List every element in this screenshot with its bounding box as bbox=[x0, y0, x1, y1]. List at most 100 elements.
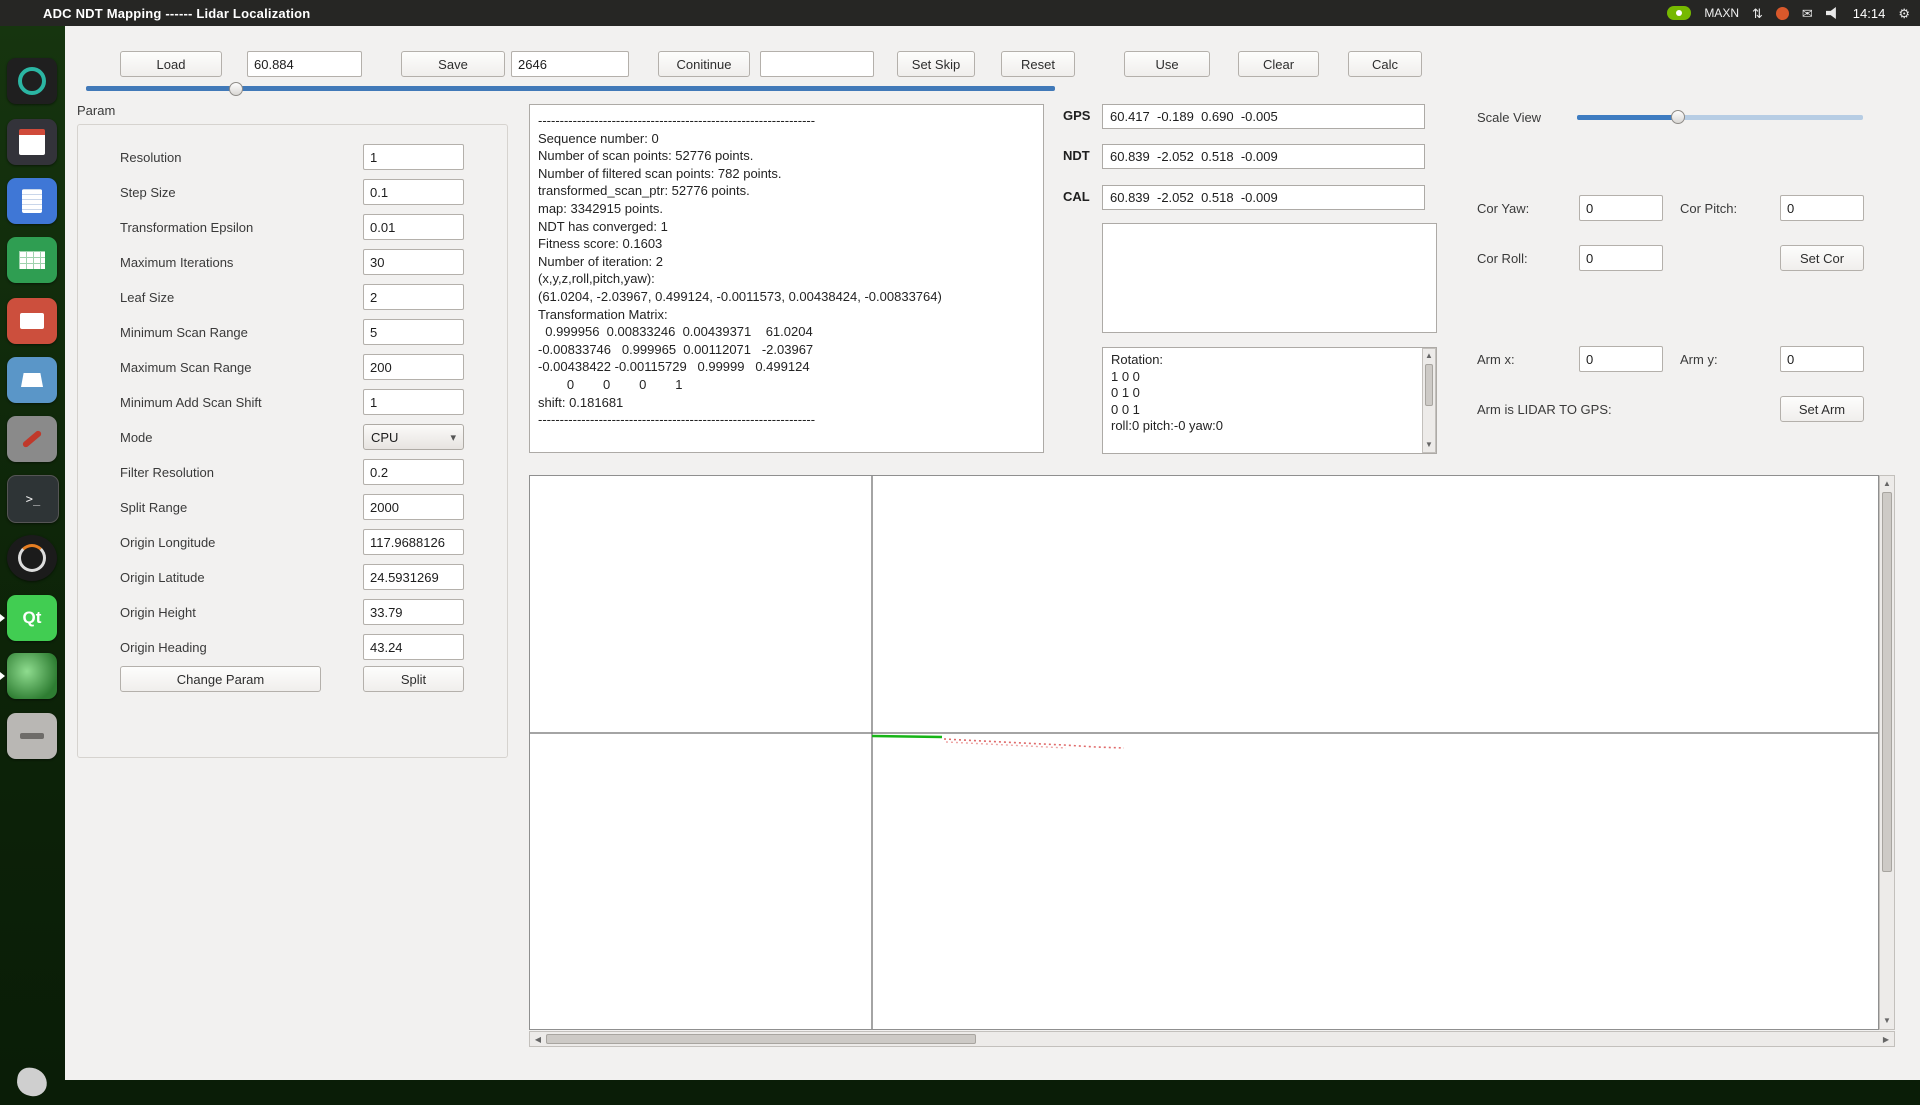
mail-icon[interactable]: ✉ bbox=[1802, 7, 1813, 20]
arm-y-input[interactable] bbox=[1780, 346, 1864, 372]
filter-resolution-input[interactable] bbox=[363, 459, 464, 485]
scroll-down-arrow[interactable]: ▼ bbox=[1880, 1014, 1894, 1028]
cal-label: CAL bbox=[1063, 189, 1099, 204]
step-size-input[interactable] bbox=[363, 179, 464, 205]
dock-icon-qt-creator[interactable]: Qt bbox=[7, 595, 57, 641]
session-gear-icon[interactable]: ⚙ bbox=[1898, 7, 1910, 20]
dock: >_ Qt bbox=[0, 26, 65, 1080]
use-button[interactable]: Use bbox=[1124, 51, 1210, 77]
arm-x-input[interactable] bbox=[1579, 346, 1663, 372]
cal-value-field[interactable]: 60.839 -2.052 0.518 -0.009 bbox=[1102, 185, 1425, 210]
param-row: Mode CPU ▾ bbox=[120, 424, 464, 450]
document-icon bbox=[19, 129, 45, 155]
log-output[interactable]: ----------------------------------------… bbox=[529, 104, 1044, 453]
scale-slider-track[interactable] bbox=[1678, 115, 1863, 120]
log-line: map: 3342915 points. bbox=[538, 200, 1035, 218]
map-viewport[interactable] bbox=[529, 475, 1879, 1030]
rotation-scrollbar[interactable]: ▲ ▼ bbox=[1422, 348, 1436, 453]
scroll-left-arrow[interactable]: ◀ bbox=[532, 1032, 544, 1046]
plot-vertical-scrollbar[interactable]: ▲ ▼ bbox=[1879, 475, 1895, 1030]
wrench-icon bbox=[22, 430, 43, 449]
dock-icon-writer[interactable] bbox=[7, 178, 57, 224]
origin-longitude-input[interactable] bbox=[363, 529, 464, 555]
minimum-scan-range-input[interactable] bbox=[363, 319, 464, 345]
origin-heading-input[interactable] bbox=[363, 634, 464, 660]
dock-icon-terminal[interactable]: >_ bbox=[7, 475, 59, 523]
param-group-title: Param bbox=[77, 103, 115, 118]
dock-icon-disks[interactable] bbox=[7, 713, 57, 759]
dock-icon-running-app[interactable] bbox=[7, 653, 57, 699]
param-label: Resolution bbox=[120, 150, 181, 165]
resolution-input[interactable] bbox=[363, 144, 464, 170]
calc-button[interactable]: Calc bbox=[1348, 51, 1422, 77]
set-cor-button[interactable]: Set Cor bbox=[1780, 245, 1864, 271]
continue-button[interactable]: Conitinue bbox=[658, 51, 750, 77]
scroll-up-arrow[interactable]: ▲ bbox=[1880, 477, 1894, 491]
dock-icon-trash[interactable] bbox=[7, 1059, 57, 1105]
cor-yaw-input[interactable] bbox=[1579, 195, 1663, 221]
qt-logo-icon: Qt bbox=[23, 608, 42, 628]
arm-y-label: Arm y: bbox=[1680, 352, 1718, 367]
system-tray: MAXN ⇅ ✉ 14:14 ⚙ bbox=[1667, 6, 1910, 21]
cor-roll-input[interactable] bbox=[1579, 245, 1663, 271]
playback-slider-handle[interactable] bbox=[229, 82, 243, 96]
skip-value-input[interactable] bbox=[760, 51, 874, 77]
save-value-input[interactable] bbox=[511, 51, 629, 77]
plot-horizontal-scrollbar[interactable]: ◀ ▶ bbox=[529, 1031, 1895, 1047]
log-line: Number of iteration: 2 bbox=[538, 253, 1035, 271]
volume-icon[interactable] bbox=[1826, 7, 1840, 19]
save-button[interactable]: Save bbox=[401, 51, 505, 77]
scrollbar-thumb[interactable] bbox=[1882, 492, 1892, 872]
param-label: Step Size bbox=[120, 185, 176, 200]
change-param-button[interactable]: Change Param bbox=[120, 666, 321, 692]
load-value-input[interactable] bbox=[247, 51, 362, 77]
log-line: ----------------------------------------… bbox=[538, 112, 1035, 130]
scroll-right-arrow[interactable]: ▶ bbox=[1880, 1032, 1892, 1046]
scrollbar-thumb[interactable] bbox=[1425, 364, 1433, 406]
ndt-value-field[interactable]: 60.839 -2.052 0.518 -0.009 bbox=[1102, 144, 1425, 169]
param-row: Maximum Iterations bbox=[120, 249, 464, 275]
param-label: Minimum Add Scan Shift bbox=[120, 395, 262, 410]
clear-button[interactable]: Clear bbox=[1238, 51, 1319, 77]
scale-slider-handle[interactable] bbox=[1671, 110, 1685, 124]
transformation-epsilon-input[interactable] bbox=[363, 214, 464, 240]
scroll-down-arrow[interactable]: ▼ bbox=[1423, 438, 1435, 452]
dock-icon-files[interactable] bbox=[7, 119, 57, 165]
origin-height-input[interactable] bbox=[363, 599, 464, 625]
rotation-display[interactable]: Rotation: 1 0 0 0 1 0 0 0 1 roll:0 pitch… bbox=[1102, 347, 1437, 454]
dock-icon-tweaks[interactable] bbox=[7, 416, 57, 462]
circle-logo-icon bbox=[18, 67, 46, 95]
status-circle-icon[interactable] bbox=[1776, 7, 1789, 20]
network-updown-icon[interactable]: ⇅ bbox=[1752, 7, 1763, 20]
cor-pitch-input[interactable] bbox=[1780, 195, 1864, 221]
gps-value-field[interactable]: 60.417 -0.189 0.690 -0.005 bbox=[1102, 104, 1425, 129]
dock-icon-software[interactable] bbox=[7, 357, 57, 403]
log-line: NDT has converged: 1 bbox=[538, 218, 1035, 236]
cor-yaw-label: Cor Yaw: bbox=[1477, 201, 1529, 216]
load-button[interactable]: Load bbox=[120, 51, 222, 77]
dock-icon-app-circle[interactable] bbox=[7, 535, 57, 581]
dock-icon-calc[interactable] bbox=[7, 237, 57, 283]
param-label: Origin Height bbox=[120, 605, 196, 620]
maximum-scan-range-input[interactable] bbox=[363, 354, 464, 380]
spreadsheet-icon bbox=[19, 251, 45, 269]
rotation-line: 0 1 0 bbox=[1111, 385, 1428, 402]
scroll-up-arrow[interactable]: ▲ bbox=[1423, 349, 1435, 363]
param-row: Minimum Add Scan Shift bbox=[120, 389, 464, 415]
reset-button[interactable]: Reset bbox=[1001, 51, 1075, 77]
scale-slider-track-filled[interactable] bbox=[1577, 115, 1678, 120]
maximum-iterations-input[interactable] bbox=[363, 249, 464, 275]
mode-select[interactable]: CPU ▾ bbox=[363, 424, 464, 450]
scrollbar-thumb[interactable] bbox=[546, 1034, 976, 1044]
nvidia-logo-icon[interactable] bbox=[1667, 6, 1691, 20]
split-button[interactable]: Split bbox=[363, 666, 464, 692]
minimum-add-scan-shift-input[interactable] bbox=[363, 389, 464, 415]
origin-latitude-input[interactable] bbox=[363, 564, 464, 590]
leaf-size-input[interactable] bbox=[363, 284, 464, 310]
set-arm-button[interactable]: Set Arm bbox=[1780, 396, 1864, 422]
dock-icon-settings[interactable] bbox=[7, 58, 57, 104]
dock-icon-impress[interactable] bbox=[7, 298, 57, 344]
set-skip-button[interactable]: Set Skip bbox=[897, 51, 975, 77]
window-title: ADC NDT Mapping ------ Lidar Localizatio… bbox=[43, 6, 310, 21]
split-range-input[interactable] bbox=[363, 494, 464, 520]
